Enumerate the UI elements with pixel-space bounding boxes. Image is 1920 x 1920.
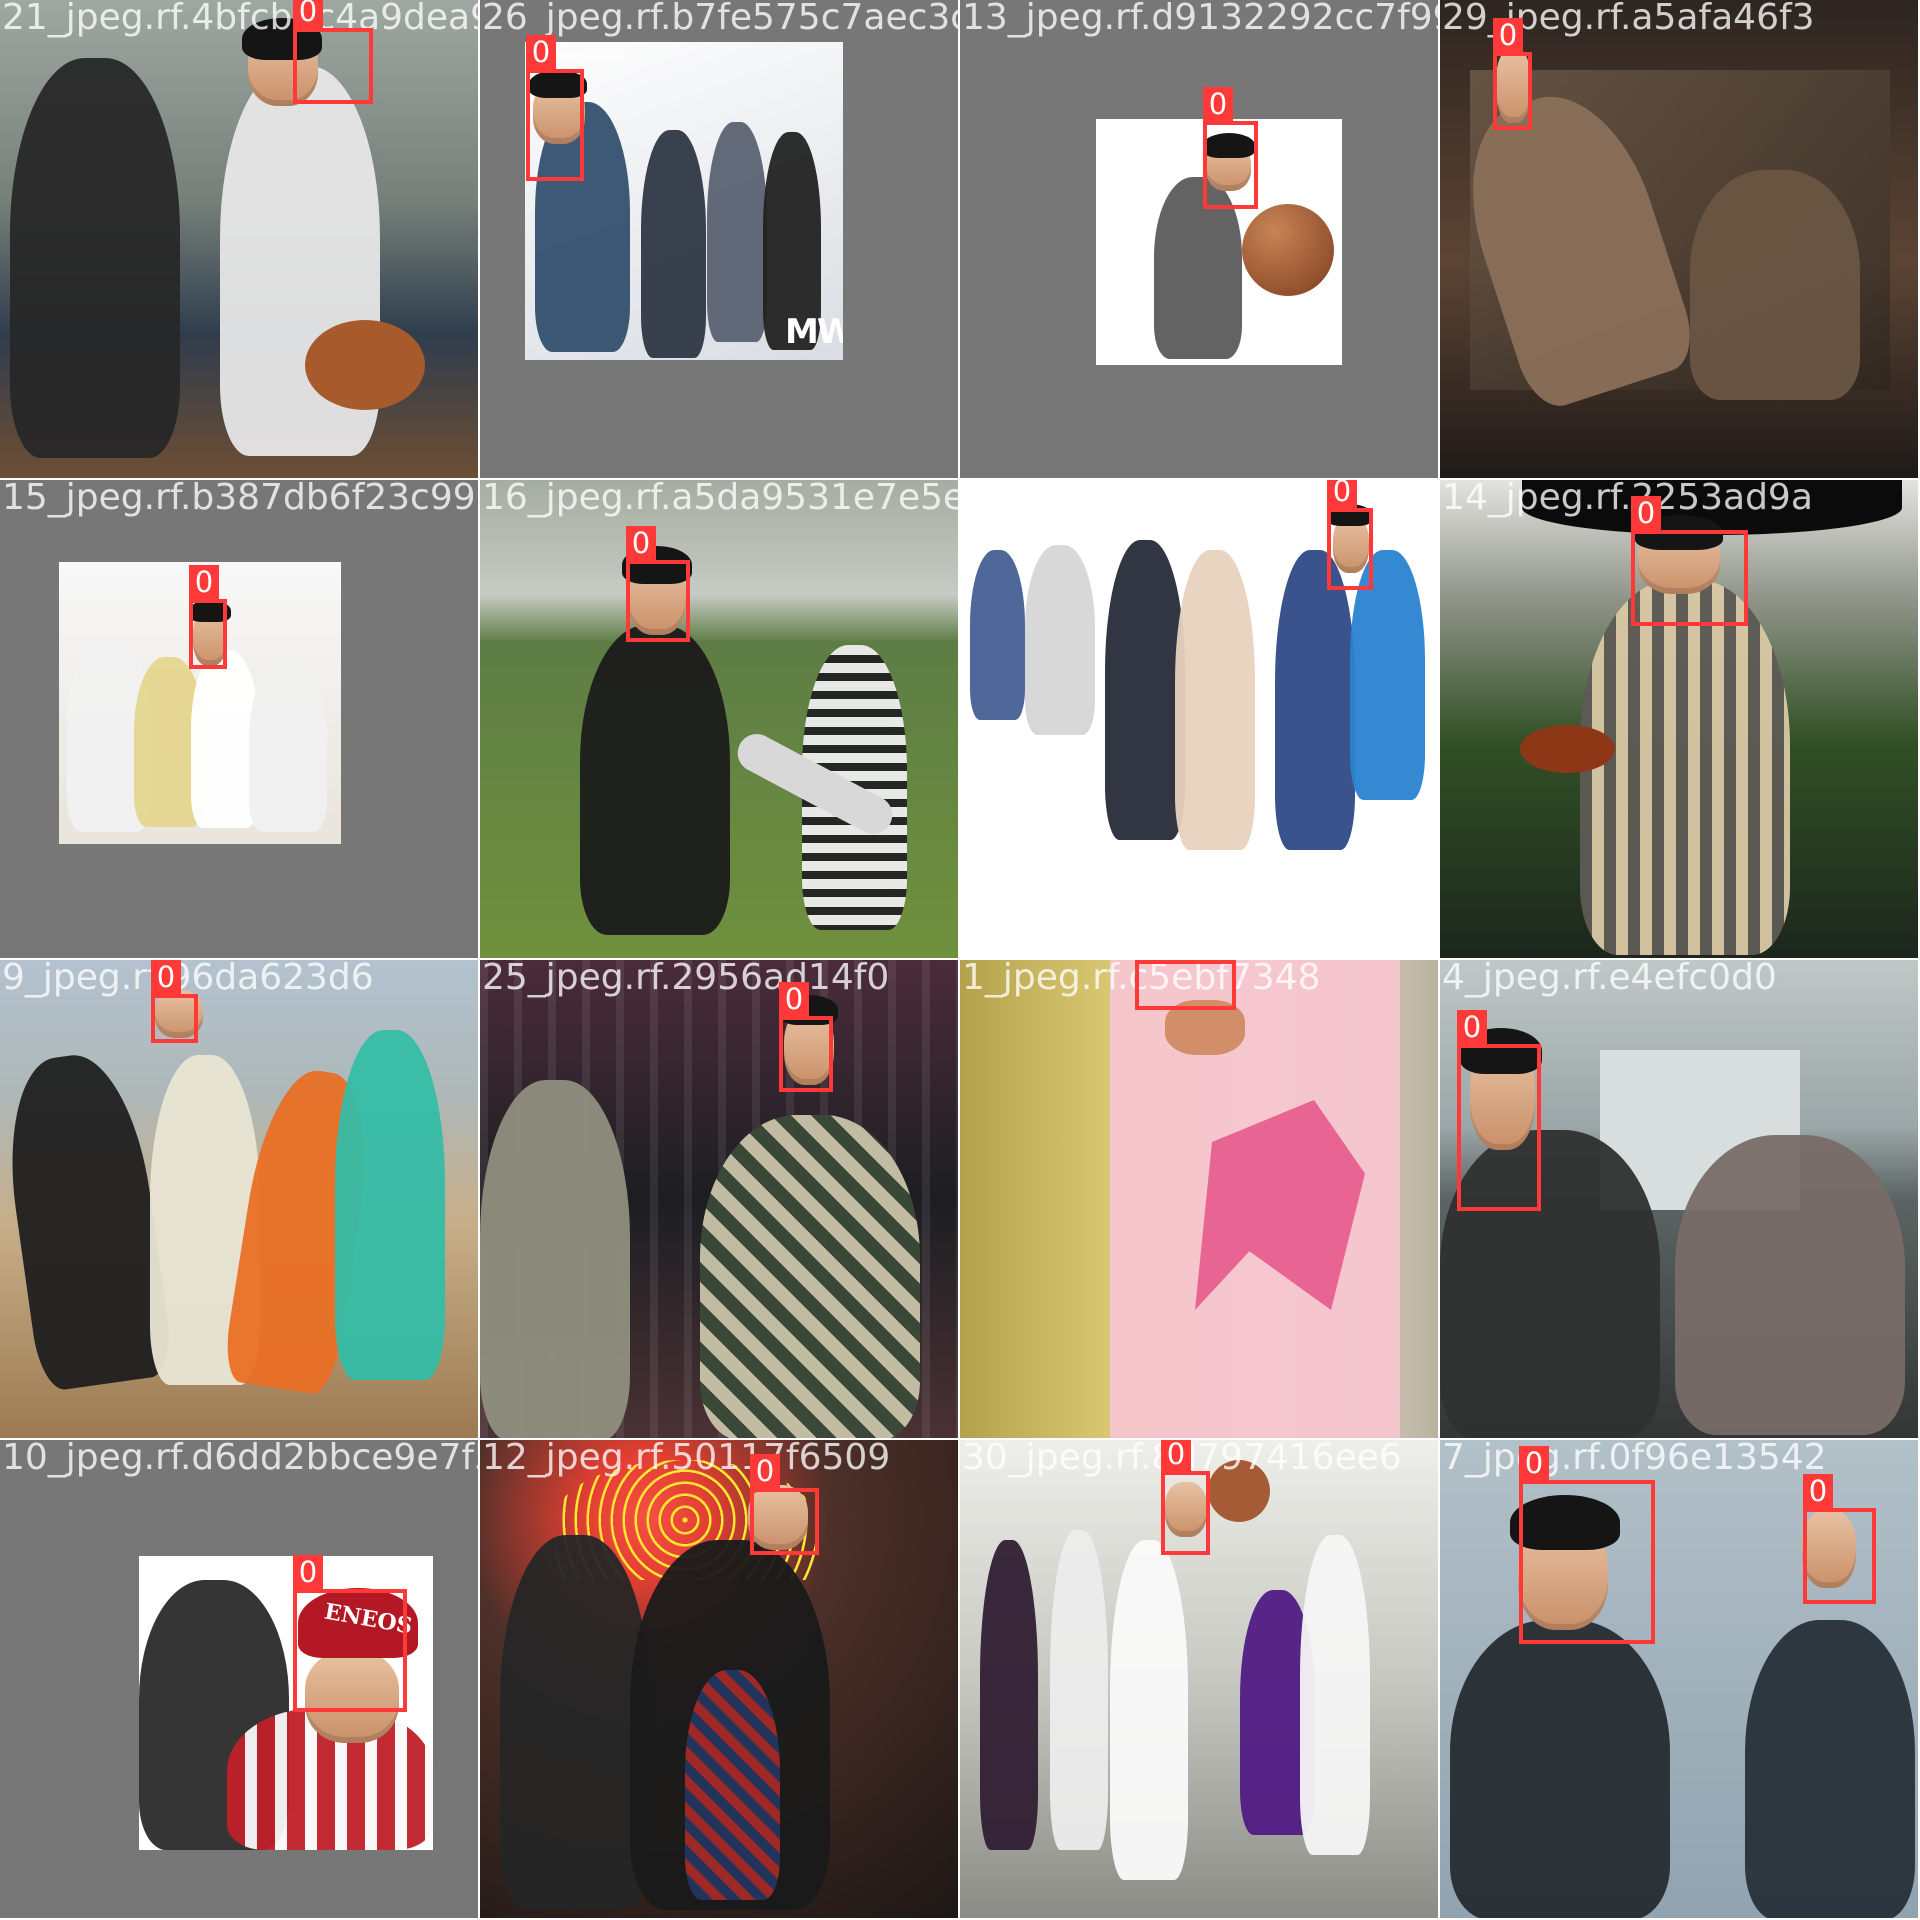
image-filename: 4_jpeg.rf.e4efc0d0	[1442, 960, 1777, 998]
tile-photo	[960, 960, 1438, 1438]
image-filename: 12_jpeg.rf.50117f6509	[482, 1440, 891, 1478]
detection-class-label: 0	[1327, 480, 1357, 508]
mosaic-tile: 7_jpeg.rf.0f96e13542 0 0	[1440, 1440, 1918, 1918]
mosaic-tile: 9_jpeg.rf.96da623d6 0	[0, 960, 478, 1438]
detection-box: 0	[189, 565, 227, 669]
detection-box: 0	[1803, 1474, 1876, 1604]
tile-photo	[0, 0, 478, 478]
detection-box: 0	[1161, 1440, 1210, 1555]
detection-box: 0	[293, 0, 373, 104]
image-filename: 13_jpeg.rf.d9132292cc7f9987e2a	[962, 0, 1438, 38]
image-filename: 16_jpeg.rf.a5da9531e7e5e2	[482, 480, 958, 518]
image-filename: 21_jpeg.rf.4bfcb8c4a9dea9f36612bd4b0fb1d…	[2, 0, 478, 38]
detection-box: 0	[151, 960, 198, 1043]
detection-class-label: 0	[779, 982, 809, 1016]
mosaic-tile: Meterstonwe MW 26_jpeg.rf.b7fe575c7aec3c…	[480, 0, 958, 478]
mosaic-tile: 27_jpeg.rf.1b04de4 0	[960, 480, 1438, 958]
detection-box: 0	[750, 1454, 819, 1555]
detection-box: 0	[1327, 480, 1373, 590]
detection-class-label: 0	[1519, 1446, 1549, 1480]
mosaic-tile: 30_jpeg.rf.8d797416ee6 0	[960, 1440, 1438, 1918]
detection-class-label: 0	[151, 960, 181, 994]
detection-class-label: 0	[293, 1555, 323, 1589]
tile-photo	[480, 960, 958, 1438]
detection-box: 0	[779, 982, 833, 1092]
mosaic-tile: 14_jpeg.rf.2253ad9a 0	[1440, 480, 1918, 958]
mosaic-tile: 16_jpeg.rf.a5da9531e7e5e2 0	[480, 480, 958, 958]
detection-box: 0	[526, 35, 584, 181]
image-filename: 7_jpeg.rf.0f96e13542	[1442, 1440, 1827, 1478]
mosaic-tile: ENEOS 10_jpeg.rf.d6dd2bbce9e7f57 0	[0, 1440, 478, 1918]
image-mosaic: 21_jpeg.rf.4bfcb8c4a9dea9f36612bd4b0fb1d…	[0, 0, 1920, 1920]
detection-class-label: 0	[1631, 496, 1661, 530]
detection-class-label: 0	[189, 565, 219, 599]
detection-class-label: 0	[1803, 1474, 1833, 1508]
image-filename: 10_jpeg.rf.d6dd2bbce9e7f57	[2, 1440, 478, 1478]
mosaic-tile: 12_jpeg.rf.50117f6509 0	[480, 1440, 958, 1918]
brand-text: Meterstonwe	[545, 50, 627, 63]
mosaic-tile: 21_jpeg.rf.4bfcb8c4a9dea9f36612bd4b0fb1d…	[0, 0, 478, 478]
detection-class-label: 0	[1203, 87, 1233, 121]
mosaic-tile: 25_jpeg.rf.2956ad14f0 0	[480, 960, 958, 1438]
image-filename: 15_jpeg.rf.b387db6f23c99324	[2, 480, 478, 518]
detection-box: 0	[626, 526, 690, 642]
detection-box: 0	[293, 1555, 407, 1712]
detection-class-label: 0	[1493, 18, 1523, 52]
detection-class-label: 0	[293, 0, 323, 28]
detection-box: 0	[1135, 960, 1236, 1010]
detection-box: 0	[1203, 87, 1258, 209]
detection-box: 0	[1631, 496, 1748, 626]
image-filename: 27_jpeg.rf.1b04de4	[962, 480, 1311, 518]
mosaic-tile: 13_jpeg.rf.d9132292cc7f9987e2a 0	[960, 0, 1438, 478]
mosaic-tile: 15_jpeg.rf.b387db6f23c99324 0	[0, 480, 478, 958]
image-filename: 25_jpeg.rf.2956ad14f0	[482, 960, 890, 998]
mosaic-tile: 1_jpeg.rf.c5ebf7348 0	[960, 960, 1438, 1438]
image-filename: 14_jpeg.rf.2253ad9a	[1442, 480, 1813, 518]
detection-box: 0	[1519, 1446, 1655, 1644]
detection-class-label: 0	[750, 1454, 780, 1488]
detection-box: 0	[1457, 1010, 1541, 1211]
tile-photo	[480, 1440, 958, 1918]
detection-class-label: 0	[526, 35, 556, 69]
tile-photo	[0, 960, 478, 1438]
detection-class-label: 0	[626, 526, 656, 560]
detection-box: 0	[1493, 18, 1532, 130]
image-filename: 26_jpeg.rf.b7fe575c7aec3c3af0e5b0913	[482, 0, 958, 38]
mosaic-tile: 29_jpeg.rf.a5afa46f3 0	[1440, 0, 1918, 478]
mosaic-tile: 4_jpeg.rf.e4efc0d0 0	[1440, 960, 1918, 1438]
detection-class-label: 0	[1457, 1010, 1487, 1044]
detection-class-label: 0	[1161, 1440, 1191, 1471]
tile-photo	[480, 480, 958, 958]
brand-logo: MW	[785, 312, 843, 352]
